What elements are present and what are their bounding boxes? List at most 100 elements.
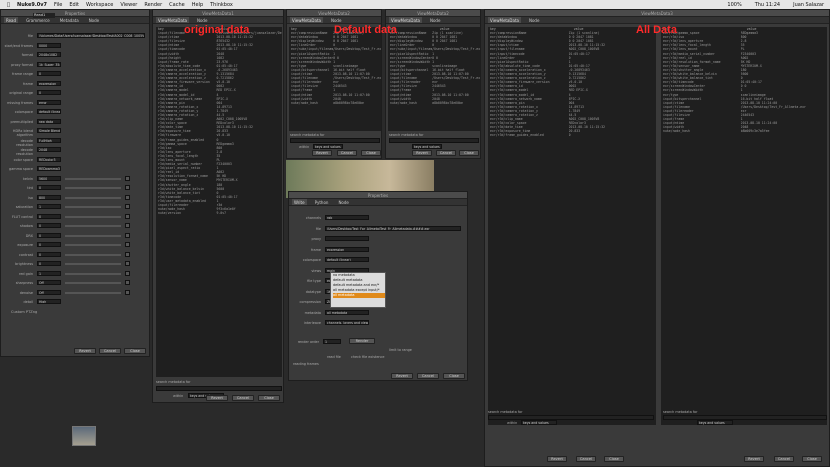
within-select[interactable]: keys and values	[521, 420, 557, 425]
meta3-cancel-button[interactable]: Cancel	[576, 456, 596, 462]
color-swatch[interactable]	[125, 289, 130, 295]
metadata-table[interactable]: key value input/filename/Volumes/Data/Use…	[156, 27, 282, 377]
meta1-close-button[interactable]: Close	[258, 395, 280, 401]
menu-render[interactable]: Render	[144, 2, 162, 8]
menu-edit[interactable]: Edit	[69, 2, 79, 8]
meta3b-close-button[interactable]: Close	[802, 456, 822, 462]
knob-input[interactable]: 0	[37, 242, 61, 247]
knob-input[interactable]: expression	[325, 246, 369, 252]
meta2b-close-button[interactable]: Close	[459, 150, 479, 156]
meta2-revert-button[interactable]: Revert	[312, 150, 332, 156]
limit-checkbox[interactable]: limit to range	[389, 348, 412, 352]
tab-node[interactable]: Node	[336, 199, 350, 205]
tab-metadata[interactable]: Metadata	[58, 17, 81, 23]
render-button[interactable]: Render	[349, 338, 375, 344]
knob-slider[interactable]	[65, 291, 121, 294]
knob-input[interactable]: raw data	[37, 118, 61, 124]
color-swatch[interactable]	[125, 223, 130, 228]
metadata-table[interactable]: key value exr/compressionName Zip (1 scanl…	[488, 27, 656, 425]
knob-input[interactable]: High	[37, 299, 61, 304]
read-node-thumbnail[interactable]	[72, 426, 96, 446]
knob-slider[interactable]	[65, 177, 121, 180]
custom-ptzng-label[interactable]: Custom PTZng	[11, 310, 37, 314]
color-swatch[interactable]	[125, 261, 130, 266]
render-order-input[interactable]: 1	[323, 339, 341, 344]
knob-input[interactable]: 0	[37, 90, 61, 95]
knob-input[interactable]: 0	[37, 185, 61, 190]
color-swatch[interactable]	[125, 232, 130, 238]
knob-slider[interactable]	[65, 215, 121, 218]
metadata-table[interactable]: key value exr/compressionName Zip (1 scanl…	[289, 27, 381, 131]
tab-viewmetadata[interactable]: ViewMetaData	[488, 17, 521, 23]
knob-slider[interactable]	[65, 206, 121, 208]
metadata-table[interactable]: key value exr/compressionName Zip (1 scanl…	[388, 27, 480, 131]
metadata-table[interactable]: key value exr/r3d/gamma_space REDgamma3 exr…	[661, 27, 827, 425]
knob-input[interactable]: FullHigh	[37, 137, 61, 143]
knob-input[interactable]: 0	[37, 232, 61, 238]
color-swatch[interactable]	[125, 251, 130, 257]
menu-cache[interactable]: Cache	[169, 2, 185, 8]
knob-slider[interactable]	[65, 196, 121, 199]
knob-input[interactable]: 0	[37, 261, 61, 266]
menu-help[interactable]: Help	[192, 2, 203, 8]
apple-icon[interactable]: 	[7, 2, 10, 8]
knob-input[interactable]: 2048	[37, 147, 61, 152]
color-swatch[interactable]	[125, 213, 130, 219]
knob-input[interactable]	[325, 236, 369, 241]
tab-node[interactable]: Node	[527, 17, 541, 23]
tab-node[interactable]: Node	[195, 17, 209, 23]
knob-slider[interactable]	[65, 234, 121, 237]
search-input[interactable]	[290, 138, 380, 143]
meta3b-revert-button[interactable]: Revert	[744, 456, 764, 462]
search-input[interactable]	[156, 386, 282, 391]
knob-input[interactable]: /Volumes/Data/Users/juansalazar/Desktop/…	[37, 33, 145, 38]
read-revert-button[interactable]: Revert	[74, 348, 96, 354]
knob-slider[interactable]	[65, 244, 121, 246]
knob-input[interactable]: /Users/Desktop/Test_For_Allmeta/Test_Fr_…	[325, 225, 461, 231]
color-swatch[interactable]	[125, 270, 130, 276]
read-file-checkbox[interactable]: read file	[327, 355, 341, 359]
tab-viewmetadata[interactable]: ViewMetaData	[290, 17, 323, 23]
write-cancel-button[interactable]: Cancel	[417, 373, 439, 379]
knob-slider[interactable]	[65, 272, 121, 275]
clock[interactable]: Thu 11:24	[755, 2, 780, 8]
write-revert-button[interactable]: Revert	[391, 373, 413, 379]
meta2-close-button[interactable]: Close	[361, 150, 381, 156]
knob-input[interactable]: REDcolor3	[37, 156, 61, 162]
knob-input[interactable]: all metadata	[325, 309, 369, 315]
tab-write[interactable]: Write	[292, 199, 307, 205]
within-select[interactable]: keys and values	[697, 420, 733, 425]
knob-input[interactable]: 0	[37, 213, 61, 219]
meta3-close-button[interactable]: Close	[604, 456, 624, 462]
tab-python[interactable]: Python	[313, 199, 331, 205]
color-swatch[interactable]	[125, 185, 130, 190]
read-close-button[interactable]: Close	[124, 348, 146, 354]
meta2b-cancel-button[interactable]: Cancel	[436, 150, 456, 156]
tab-node[interactable]: Node	[87, 17, 101, 23]
tab-node[interactable]: Node	[428, 17, 442, 23]
color-swatch[interactable]	[125, 242, 130, 247]
check-existence-checkbox[interactable]: check file existence	[351, 355, 385, 359]
knob-input[interactable]: 5600	[37, 175, 61, 181]
knob-input[interactable]: REDgamma3	[37, 166, 61, 171]
tab-viewmetadata[interactable]: ViewMetaData	[389, 17, 422, 23]
battery-status[interactable]: 100%	[727, 2, 741, 8]
meta3-revert-button[interactable]: Revert	[547, 456, 567, 462]
meta1-cancel-button[interactable]: Cancel	[232, 395, 254, 401]
knob-input[interactable]: expression	[37, 80, 61, 86]
knob-slider[interactable]	[65, 282, 121, 284]
knob-input[interactable]: 2048x1082	[37, 52, 61, 57]
knob-input[interactable]: 1	[37, 270, 61, 276]
knob-input[interactable]: 0	[37, 223, 61, 228]
knob-input[interactable]: 1	[37, 204, 61, 209]
menu-option-selected[interactable]: all metadata	[333, 293, 385, 298]
knob-input[interactable]: Off	[37, 280, 61, 285]
tab-read[interactable]: Read	[4, 17, 19, 23]
menu-thinkbox[interactable]: Thinkbox	[210, 2, 233, 8]
search-input[interactable]	[389, 138, 479, 143]
menu-viewer[interactable]: Viewer	[120, 2, 137, 8]
knob-slider[interactable]	[65, 253, 121, 256]
meta3b-cancel-button[interactable]: Cancel	[774, 456, 794, 462]
meta1-revert-button[interactable]: Revert	[206, 395, 228, 401]
knob-input[interactable]: rgb	[325, 215, 369, 220]
